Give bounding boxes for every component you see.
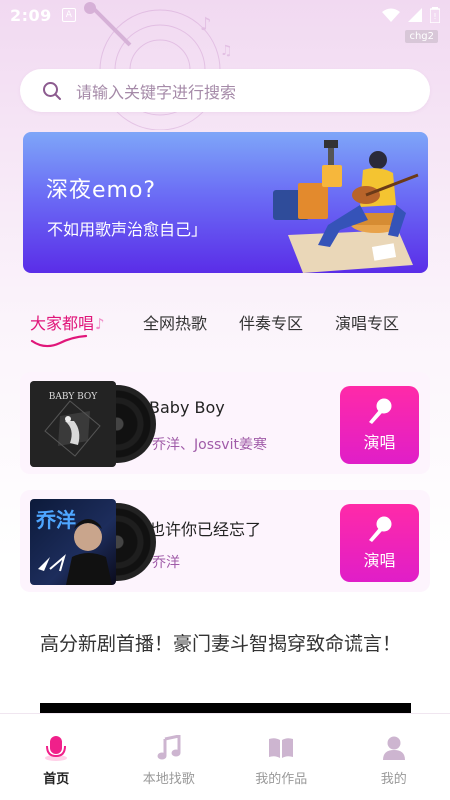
sing-button-label: 演唱 (363, 433, 396, 452)
tab-label: 伴奏专区 (239, 314, 304, 333)
nav-my-works[interactable]: 我的作品 (225, 714, 338, 800)
album-cover: BABY BOY (30, 381, 156, 467)
song-artist: 乔洋 (152, 555, 180, 571)
song-card[interactable]: BABY BOY Baby Boy 乔洋、Jossvit姜寒 演唱 (20, 372, 430, 474)
album-art: 乔洋 (30, 499, 116, 585)
bottom-navigation: 首页 本地找歌 我的作品 我的 (0, 713, 450, 800)
microphone-icon (368, 516, 391, 542)
tab-label: 大家都唱 (30, 314, 95, 333)
song-artist: 乔洋、Jossvit姜寒 (152, 437, 267, 453)
search-bar[interactable]: 请输入关键字进行搜索 (20, 69, 430, 112)
promo-banner[interactable]: 深夜emo? 不如用歌声治愈自己」 (23, 132, 428, 273)
song-title: Baby Boy (149, 398, 225, 417)
song-card[interactable]: 乔洋 也许你已经忘了 乔洋 演唱 (20, 490, 430, 592)
tab-active-indicator (30, 334, 88, 348)
album-art: BABY BOY (30, 381, 116, 467)
tab-everyone-sings[interactable]: 大家都唱♪ (30, 312, 143, 348)
nav-label: 我的作品 (255, 772, 308, 787)
nav-local-songs[interactable]: 本地找歌 (113, 714, 226, 800)
tab-label: 全网热歌 (143, 314, 208, 333)
build-badge: chg2 (405, 30, 438, 43)
song-title: 也许你已经忘了 (149, 520, 262, 539)
banner-subtitle: 不如用歌声治愈自己」 (47, 220, 208, 239)
status-icons: ! (382, 7, 440, 23)
news-headline[interactable]: 高分新剧首播！豪门妻斗智揭穿致命谎言！ (40, 628, 410, 661)
battery-icon: ! (430, 7, 440, 23)
music-note-icon (155, 734, 183, 762)
svg-text:♫: ♫ (220, 43, 233, 59)
nav-label: 本地找歌 (142, 772, 195, 787)
sing-button[interactable]: 演唱 (340, 504, 419, 582)
album-art-text: BABY BOY (49, 392, 99, 402)
nav-profile[interactable]: 我的 (338, 714, 450, 800)
nav-label: 首页 (43, 772, 70, 787)
banner-title: 深夜emo? (46, 178, 157, 203)
sing-button[interactable]: 演唱 (340, 386, 419, 464)
tab-hot-songs[interactable]: 全网热歌 (143, 312, 239, 348)
nav-home[interactable]: 首页 (0, 714, 113, 800)
search-placeholder: 请输入关键字进行搜索 (76, 82, 237, 102)
album-cover: 乔洋 (30, 499, 156, 585)
tab-accompaniment[interactable]: 伴奏专区 (239, 312, 335, 348)
svg-text:!: ! (433, 12, 436, 21)
mic-icon (42, 734, 70, 762)
svg-text:♪: ♪ (200, 14, 212, 35)
music-note-icon: ♪ (95, 315, 105, 333)
status-time: 2:09 (10, 5, 52, 25)
search-icon (43, 81, 61, 100)
guitar-player-illustration-icon (273, 140, 419, 273)
signal-icon (408, 8, 422, 22)
sing-button-label: 演唱 (363, 551, 396, 570)
nav-label: 我的 (380, 772, 407, 787)
book-icon (267, 734, 295, 762)
album-art-text: 乔洋 (35, 508, 76, 532)
category-tabs: 大家都唱♪ 全网热歌 伴奏专区 演唱专区 (30, 312, 430, 352)
tab-performance[interactable]: 演唱专区 (335, 312, 425, 348)
wifi-icon (382, 8, 400, 22)
tab-label: 演唱专区 (335, 314, 400, 333)
microphone-icon (368, 398, 391, 424)
person-icon (380, 734, 408, 762)
